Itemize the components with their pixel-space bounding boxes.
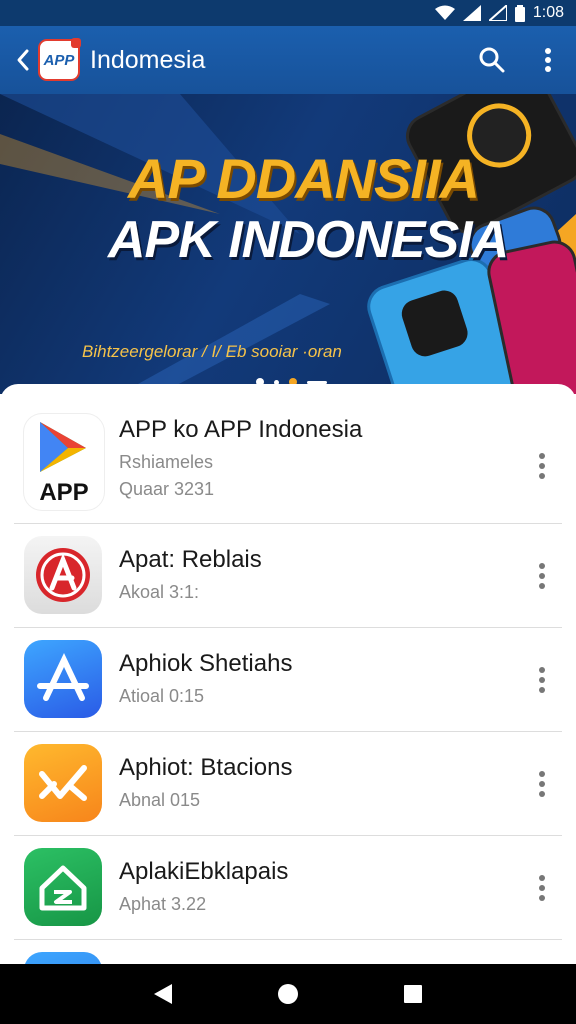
app-name: Apat: Reblais <box>119 546 262 573</box>
banner-subtitle: Bihtzeergelorar / I/ Eb sooiar ·oran <box>82 342 342 361</box>
signal-icon <box>462 5 481 21</box>
nav-back-button[interactable] <box>138 969 188 1019</box>
svg-text:APP: APP <box>39 479 88 506</box>
list-item-text: APP ko APP Indonesia Rshiameles Quaar 32… <box>119 416 362 500</box>
item-more-button[interactable] <box>530 764 554 804</box>
app-name: APP ko APP Indonesia <box>119 416 363 443</box>
battery-icon <box>514 4 525 22</box>
list-item[interactable]: APP APP ko APP Indonesia Rshiameles Quaa… <box>0 402 576 524</box>
app-name: Aphiot: Btacions <box>119 754 293 781</box>
item-more-button[interactable] <box>530 868 554 908</box>
wifi-icon <box>434 5 455 20</box>
promo-banner[interactable]: AP DDANSIIA APK INDONESIA Bihtzeergelora… <box>0 94 576 394</box>
list-item-text: AplakiEbklapais Aphat 3.22 <box>119 858 288 915</box>
app-version: Quaar 3231 <box>119 479 215 499</box>
signal-secondary-icon <box>488 5 507 21</box>
more-vert-icon <box>539 667 545 693</box>
status-time: 1:08 <box>532 4 564 21</box>
triangle-back-icon <box>153 984 172 1004</box>
search-icon <box>479 47 505 73</box>
more-vert-icon <box>539 875 545 901</box>
list-item-text: Aphiot: Btacions Abnal 015 <box>119 754 292 811</box>
blue-a-icon <box>24 640 102 718</box>
back-button[interactable] <box>8 26 38 94</box>
more-vert-icon <box>539 771 545 797</box>
list-item-text: Aphiok Shetiahs Atioal 0:15 <box>119 650 292 707</box>
app-name: Aphiok Shetiahs <box>119 650 293 677</box>
app-version: Aphat 3.22 <box>119 894 207 914</box>
search-button[interactable] <box>464 26 520 94</box>
list-item[interactable]: Aphiot: Btacions Abnal 015 <box>0 732 576 836</box>
app-version: Akoal 3:1: <box>119 582 200 602</box>
nav-home-button[interactable] <box>263 969 313 1019</box>
list-item[interactable]: AplakiEbklapais Aphat 3.22 <box>0 836 576 940</box>
back-arrow-icon <box>17 49 29 71</box>
app-logo: APP <box>38 38 81 81</box>
more-vert-icon <box>545 48 551 72</box>
app-logo-text: APP <box>43 51 75 69</box>
app-version: Atioal 0:15 <box>119 686 205 706</box>
banner-title-line2: APK INDONESIA <box>108 211 509 269</box>
orange-x-icon <box>24 744 102 822</box>
item-more-button[interactable] <box>530 446 554 486</box>
list-item[interactable]: Aphiok Shetiahs Atioal 0:15 <box>0 628 576 732</box>
circle-home-icon <box>277 984 298 1004</box>
app-subtitle: Rshiameles <box>119 452 214 472</box>
app-bar: APP Indomesia <box>0 26 576 94</box>
item-more-button[interactable] <box>530 660 554 700</box>
square-recents-icon <box>404 985 423 1003</box>
more-vert-icon <box>539 453 545 479</box>
system-navigation-bar <box>0 964 576 1024</box>
app-icon-partial <box>24 952 102 964</box>
list-item-text: Apat: Reblais Akoal 3:1: <box>119 546 262 603</box>
green-home-icon <box>24 848 102 926</box>
item-more-button[interactable] <box>530 556 554 596</box>
page-title: Indomesia <box>90 45 206 74</box>
status-bar: 1:08 <box>0 0 576 26</box>
list-item-partial[interactable] <box>0 940 576 964</box>
app-version: Abnal 015 <box>119 790 201 810</box>
more-vert-icon <box>539 563 545 589</box>
red-a-icon <box>24 536 102 614</box>
play-triangle-icon: APP <box>24 414 104 510</box>
nav-recents-button[interactable] <box>388 969 438 1019</box>
app-list: APP APP ko APP Indonesia Rshiameles Quaa… <box>0 384 576 964</box>
logo-accent <box>71 38 81 48</box>
camera-module <box>398 286 472 360</box>
app-name: AplakiEbklapais <box>119 858 289 885</box>
banner-title-line1: AP DDANSIIA <box>128 147 480 210</box>
list-item[interactable]: Apat: Reblais Akoal 3:1: <box>0 524 576 628</box>
overflow-menu-button[interactable] <box>520 26 576 94</box>
